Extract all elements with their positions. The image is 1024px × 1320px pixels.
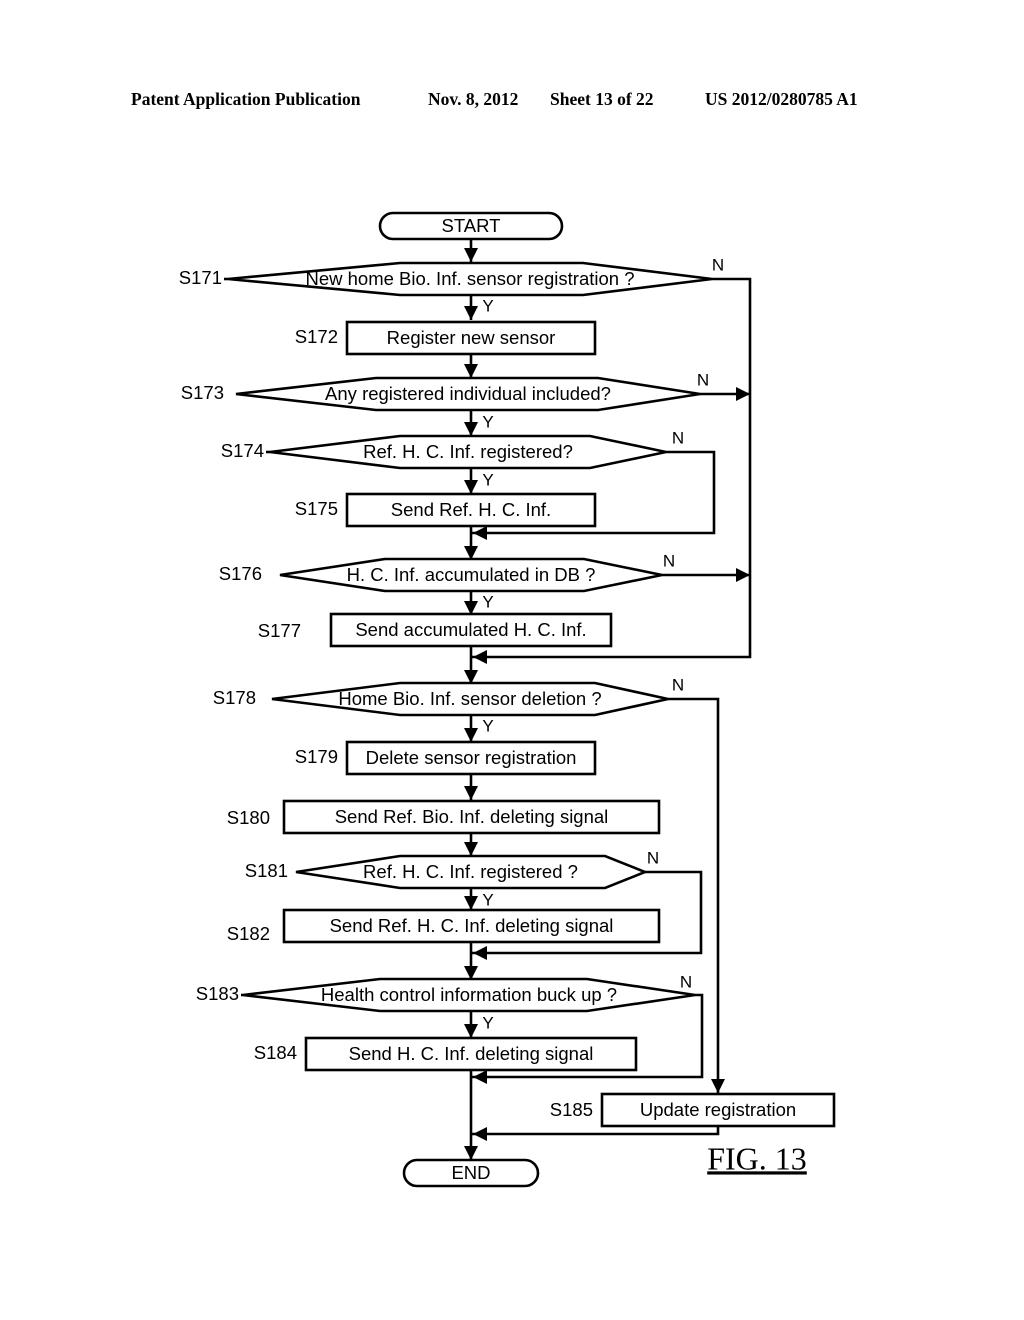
decision-text-s174: Ref. H. C. Inf. registered? [363,441,573,462]
no-label: N [672,675,684,694]
yes-label: Y [482,592,493,611]
yes-label: Y [482,1013,493,1032]
step-id-s183: S183 [196,983,239,1004]
step-id-s185: S185 [550,1099,593,1120]
no-label: N [663,551,675,570]
step-id-s182: S182 [227,923,270,944]
yes-label: Y [482,716,493,735]
decision-text-s181: Ref. H. C. Inf. registered ? [363,861,578,882]
arrow-down-icon [464,248,478,262]
decision-text-s173: Any registered individual included? [325,383,611,404]
arrow-down-icon [464,1024,478,1038]
process-text-s184: Send H. C. Inf. deleting signal [349,1043,594,1064]
connector-line [668,697,720,1093]
no-label: N [697,370,709,389]
process-text-s182: Send Ref. H. C. Inf. deleting signal [330,915,614,936]
no-label: N [672,428,684,447]
step-id-s173: S173 [181,382,224,403]
arrow-down-icon [464,728,478,742]
no-label: N [647,848,659,867]
decision-text-s183: Health control information buck up ? [321,984,617,1005]
step-id-s176: S176 [219,563,262,584]
process-text-s185: Update registration [640,1099,796,1120]
process-text-s179: Delete sensor registration [366,747,577,768]
step-id-s179: S179 [295,746,338,767]
decision-text-s178: Home Bio. Inf. sensor deletion ? [338,688,601,709]
arrow-down-icon [464,306,478,320]
process-text-s172: Register new sensor [387,327,556,348]
arrow-left-icon [473,946,487,960]
arrow-down-icon [464,786,478,800]
arrow-left-icon [473,526,487,540]
yes-label: Y [482,470,493,489]
arrow-right-icon [736,387,750,401]
yes-label: Y [482,412,493,431]
flowchart: START END Y Y Y Y Y Y Y N N N N N N N New home Bio. Inf.… [179,211,836,1188]
arrow-down-icon [464,896,478,910]
connector-line [471,1127,720,1136]
step-id-s181: S181 [245,860,288,881]
arrow-left-icon [473,650,487,664]
arrow-left-icon [473,1127,487,1141]
arrow-down-icon [464,480,478,494]
process-text-s177: Send accumulated H. C. Inf. [355,619,586,640]
end-terminal-label: END [451,1162,490,1183]
step-id-s180: S180 [227,807,270,828]
arrow-down-icon [464,422,478,436]
process-text-s180: Send Ref. Bio. Inf. deleting signal [335,806,609,827]
arrow-down-icon [711,1079,725,1093]
step-id-s174: S174 [221,440,264,461]
figure-label: FIG. 13 [707,1140,807,1176]
step-id-s171: S171 [179,267,222,288]
yes-label: Y [482,296,493,315]
arrow-left-icon [473,1070,487,1084]
no-label: N [680,972,692,991]
arrow-down-icon [464,1146,478,1160]
yes-label: Y [482,890,493,909]
decision-text-s171: New home Bio. Inf. sensor registration ? [305,268,634,289]
decision-text-s176: H. C. Inf. accumulated in DB ? [347,564,596,585]
step-id-s178: S178 [213,687,256,708]
arrow-down-icon [464,842,478,856]
arrow-right-icon [736,568,750,582]
step-id-s184: S184 [254,1042,297,1063]
process-text-s175: Send Ref. H. C. Inf. [391,499,551,520]
start-terminal-label: START [442,215,501,236]
arrow-down-icon [464,364,478,378]
no-label: N [712,255,724,274]
step-id-s172: S172 [295,326,338,347]
step-id-s175: S175 [295,498,338,519]
step-id-s177: S177 [258,620,301,641]
